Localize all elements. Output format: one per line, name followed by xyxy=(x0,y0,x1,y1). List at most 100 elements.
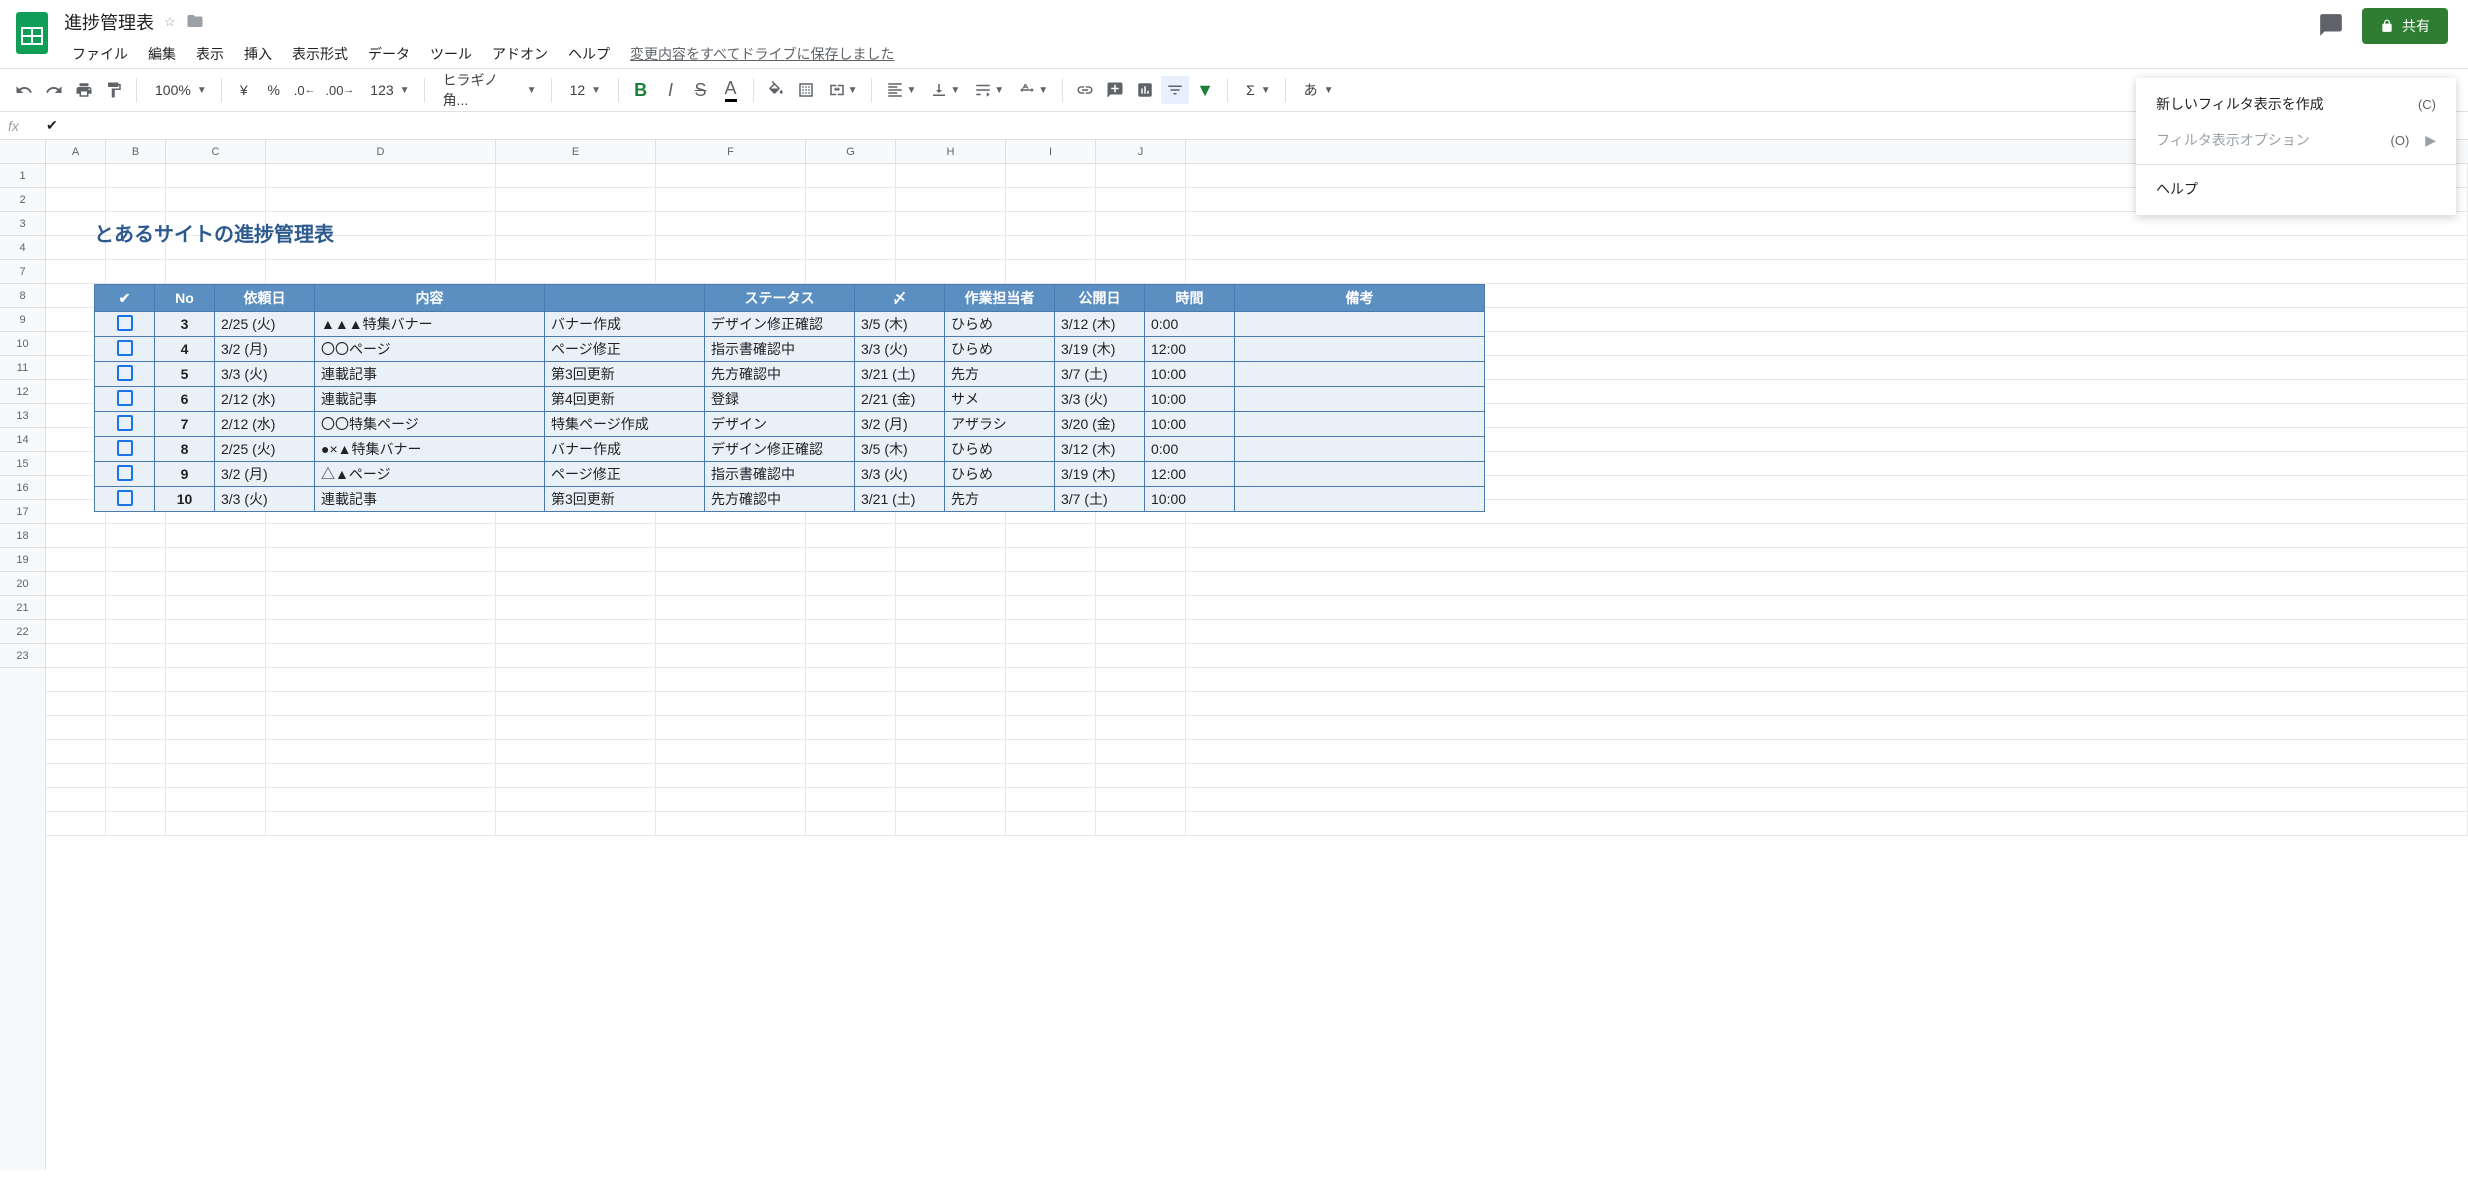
table-cell[interactable]: ひらめ xyxy=(945,337,1055,362)
row-header[interactable]: 17 xyxy=(0,500,45,524)
table-header[interactable]: 依頼日 xyxy=(215,285,315,312)
table-cell[interactable]: ●×▲特集バナー xyxy=(315,437,545,462)
table-cell[interactable]: 3/5 (木) xyxy=(855,312,945,337)
table-cell[interactable]: バナー作成 xyxy=(545,437,705,462)
table-cell[interactable]: 3/3 (火) xyxy=(855,337,945,362)
table-cell[interactable]: 3/21 (土) xyxy=(855,362,945,387)
column-header[interactable]: J xyxy=(1096,140,1186,163)
table-cell[interactable] xyxy=(1235,387,1485,412)
vertical-align-button[interactable]: ▼ xyxy=(924,81,966,99)
table-cell[interactable]: 3/7 (土) xyxy=(1055,362,1145,387)
menu-file[interactable]: ファイル xyxy=(64,40,136,68)
table-cell[interactable]: 2/25 (火) xyxy=(215,437,315,462)
row-header[interactable] xyxy=(0,140,45,164)
column-header[interactable]: A xyxy=(46,140,106,163)
table-cell[interactable]: 3/7 (土) xyxy=(1055,487,1145,512)
merge-cells-button[interactable]: ▼ xyxy=(822,81,864,99)
table-header[interactable]: 備考 xyxy=(1235,285,1485,312)
table-cell[interactable]: ページ修正 xyxy=(545,462,705,487)
table-cell[interactable]: 先方確認中 xyxy=(705,362,855,387)
menu-edit[interactable]: 編集 xyxy=(140,40,184,68)
table-cell[interactable] xyxy=(1235,312,1485,337)
row-header[interactable]: 21 xyxy=(0,596,45,620)
functions-button[interactable]: Σ▼ xyxy=(1236,82,1277,98)
row-header[interactable]: 18 xyxy=(0,524,45,548)
table-cell[interactable]: ひらめ xyxy=(945,312,1055,337)
menu-format[interactable]: 表示形式 xyxy=(284,40,356,68)
column-header[interactable]: I xyxy=(1006,140,1096,163)
table-row[interactable]: 32/25 (火)▲▲▲特集バナーバナー作成デザイン修正確認3/5 (木)ひらめ… xyxy=(95,312,1485,337)
table-header[interactable]: ステータス xyxy=(705,285,855,312)
table-cell[interactable]: 10:00 xyxy=(1145,362,1235,387)
row-header[interactable]: 4 xyxy=(0,236,45,260)
column-header[interactable]: E xyxy=(496,140,656,163)
table-cell[interactable]: 3/2 (月) xyxy=(215,462,315,487)
column-header[interactable]: C xyxy=(166,140,266,163)
table-cell[interactable]: 特集ページ作成 xyxy=(545,412,705,437)
table-cell[interactable] xyxy=(95,312,155,337)
table-cell[interactable]: 第4回更新 xyxy=(545,387,705,412)
sheets-app-icon[interactable] xyxy=(12,8,52,58)
table-row[interactable]: 93/2 (月)△▲ページページ修正指示書確認中3/3 (火)ひらめ3/19 (… xyxy=(95,462,1485,487)
table-cell[interactable]: アザラシ xyxy=(945,412,1055,437)
more-formats-button[interactable]: 123▼ xyxy=(360,82,415,98)
table-cell[interactable] xyxy=(95,462,155,487)
column-header[interactable]: F xyxy=(656,140,806,163)
row-headers[interactable]: 12347891011121314151617181920212223 xyxy=(0,140,46,1170)
row-header[interactable]: 14 xyxy=(0,428,45,452)
table-cell[interactable]: 3/2 (月) xyxy=(215,337,315,362)
table-cell[interactable]: デザイン修正確認 xyxy=(705,437,855,462)
checkbox[interactable] xyxy=(117,415,133,431)
table-cell[interactable]: 指示書確認中 xyxy=(705,462,855,487)
row-header[interactable]: 22 xyxy=(0,620,45,644)
table-cell[interactable]: 12:00 xyxy=(1145,337,1235,362)
menu-addons[interactable]: アドオン xyxy=(484,40,556,68)
filter-dropdown-button[interactable]: ▼ xyxy=(1191,76,1219,104)
table-cell[interactable]: 3/19 (木) xyxy=(1055,462,1145,487)
table-cell[interactable] xyxy=(1235,337,1485,362)
currency-format-button[interactable]: ¥ xyxy=(230,76,258,104)
row-header[interactable]: 13 xyxy=(0,404,45,428)
increase-decimal-button[interactable]: .00→ xyxy=(321,76,358,104)
table-cell[interactable]: 連載記事 xyxy=(315,387,545,412)
row-header[interactable]: 1 xyxy=(0,164,45,188)
table-cell[interactable]: 10 xyxy=(155,487,215,512)
table-cell[interactable]: 3/3 (火) xyxy=(855,462,945,487)
row-header[interactable]: 3 xyxy=(0,212,45,236)
table-cell[interactable]: 先方確認中 xyxy=(705,487,855,512)
menu-tools[interactable]: ツール xyxy=(422,40,480,68)
row-header[interactable]: 9 xyxy=(0,308,45,332)
text-rotation-button[interactable]: ▼ xyxy=(1012,81,1054,99)
table-cell[interactable]: 連載記事 xyxy=(315,487,545,512)
percent-format-button[interactable]: % xyxy=(260,76,288,104)
table-cell[interactable]: 7 xyxy=(155,412,215,437)
table-cell[interactable]: ひらめ xyxy=(945,437,1055,462)
table-cell[interactable]: デザイン xyxy=(705,412,855,437)
borders-button[interactable] xyxy=(792,76,820,104)
table-header[interactable]: 〆 xyxy=(855,285,945,312)
checkbox[interactable] xyxy=(117,490,133,506)
table-cell[interactable]: 第3回更新 xyxy=(545,487,705,512)
print-icon[interactable] xyxy=(70,76,98,104)
paint-format-icon[interactable] xyxy=(100,76,128,104)
table-cell[interactable]: 2/12 (水) xyxy=(215,412,315,437)
menu-insert[interactable]: 挿入 xyxy=(236,40,280,68)
text-color-button[interactable]: A xyxy=(717,76,745,104)
row-header[interactable]: 23 xyxy=(0,644,45,668)
column-headers[interactable]: ABCDEFGHIJ xyxy=(46,140,2468,164)
insert-link-button[interactable] xyxy=(1071,76,1099,104)
table-row[interactable]: 82/25 (火)●×▲特集バナーバナー作成デザイン修正確認3/5 (木)ひらめ… xyxy=(95,437,1485,462)
menu-view[interactable]: 表示 xyxy=(188,40,232,68)
table-cell[interactable]: 6 xyxy=(155,387,215,412)
table-cell[interactable]: 連載記事 xyxy=(315,362,545,387)
table-cell[interactable] xyxy=(1235,362,1485,387)
table-cell[interactable] xyxy=(1235,462,1485,487)
table-cell[interactable]: 3/12 (木) xyxy=(1055,437,1145,462)
grid[interactable]: ABCDEFGHIJ とあるサイトの進捗管理表 ✔No依頼日内容ステータス〆作業… xyxy=(46,140,2468,1170)
table-cell[interactable]: 3/3 (火) xyxy=(215,362,315,387)
table-cell[interactable] xyxy=(95,437,155,462)
column-header[interactable]: G xyxy=(806,140,896,163)
row-header[interactable]: 20 xyxy=(0,572,45,596)
table-row[interactable]: 72/12 (水)〇〇特集ページ特集ページ作成デザイン3/2 (月)アザラシ3/… xyxy=(95,412,1485,437)
horizontal-align-button[interactable]: ▼ xyxy=(880,81,922,99)
